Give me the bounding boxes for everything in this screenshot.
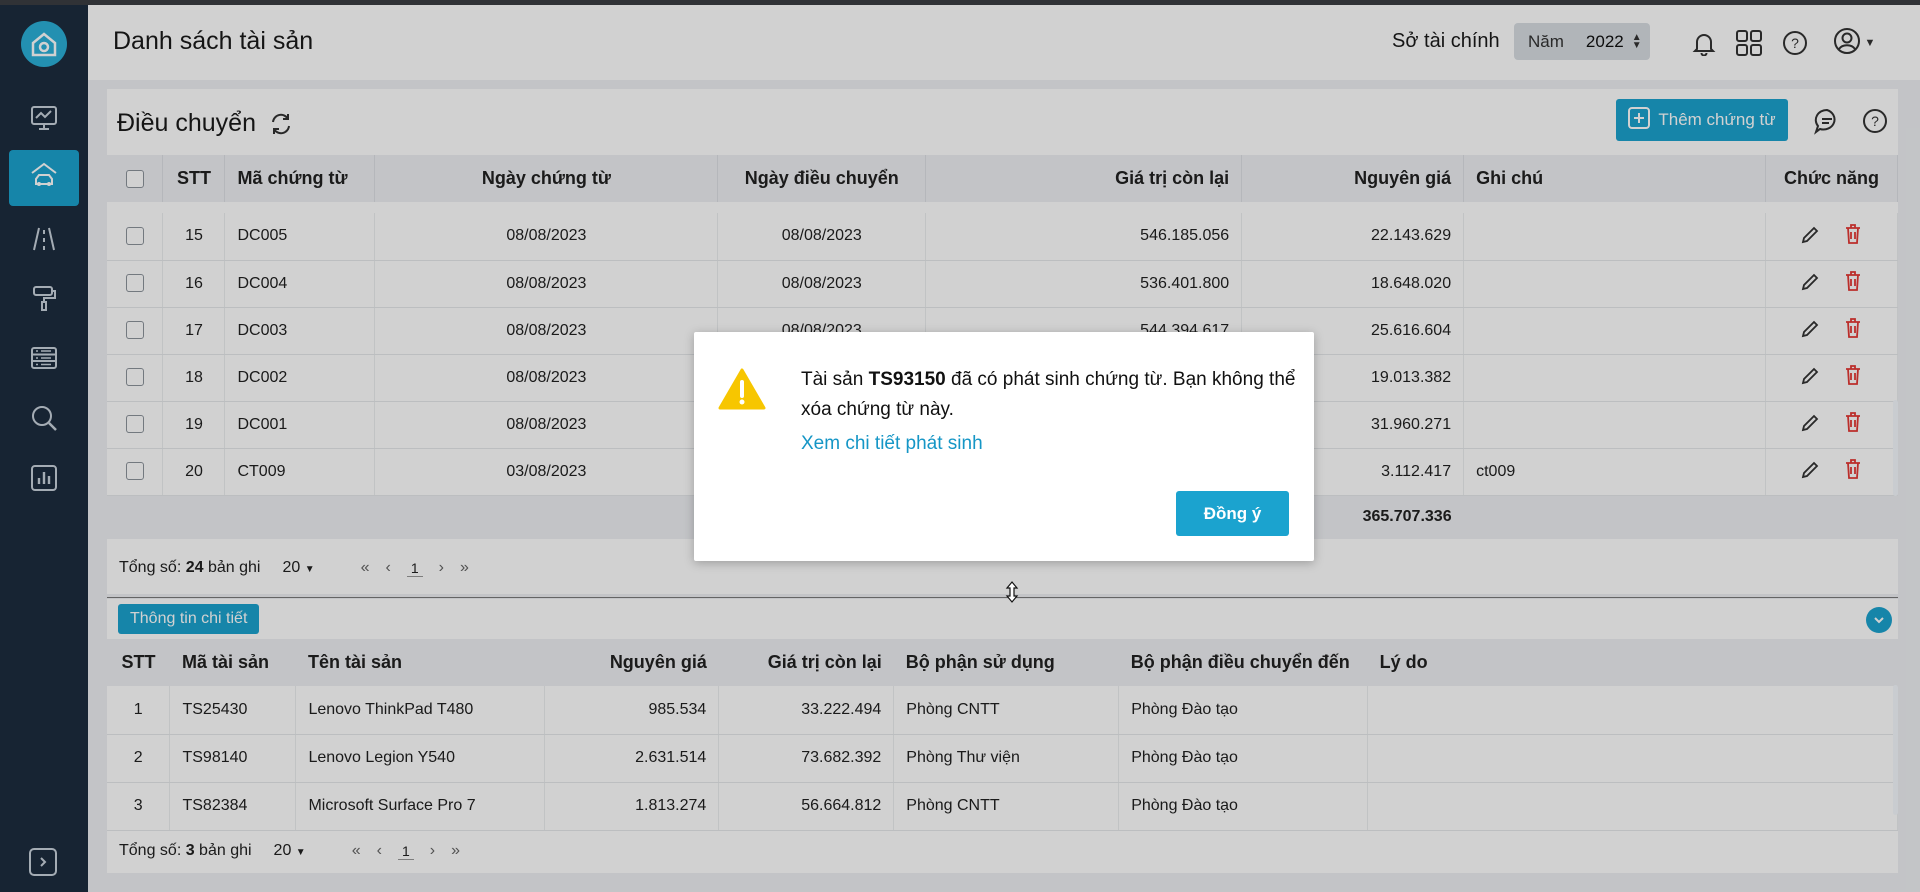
table-scrollbar[interactable]	[1893, 400, 1898, 496]
ok-button[interactable]: Đồng ý	[1176, 491, 1289, 536]
asset-code: TS93150	[868, 369, 946, 390]
warning-dialog: Tài sản TS93150 đã có phát sinh chứng từ…	[694, 332, 1314, 561]
resize-cursor-icon	[1004, 580, 1020, 609]
dialog-message: Tài sản TS93150 đã có phát sinh chứng từ…	[801, 369, 1296, 420]
view-details-link[interactable]: Xem chi tiết phát sinh	[801, 433, 983, 455]
warning-icon	[718, 368, 766, 415]
detail-scrollbar[interactable]	[1893, 685, 1898, 815]
